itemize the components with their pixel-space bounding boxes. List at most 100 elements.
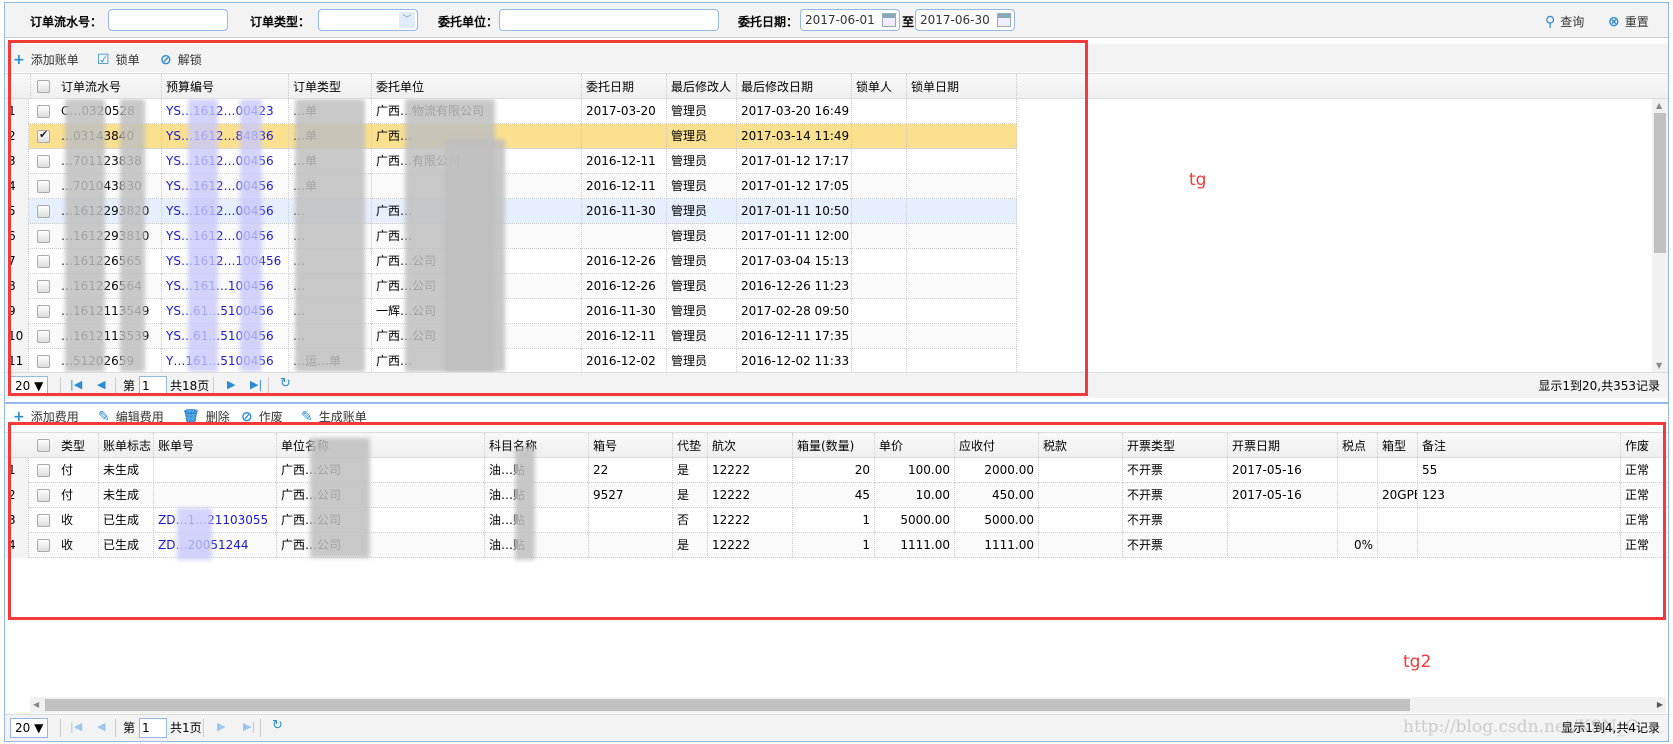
calendar-icon[interactable] <box>882 13 896 27</box>
column-header[interactable]: 科目名称 <box>485 433 589 459</box>
table-row[interactable]: 1 付未生成 广西…公司油…贴22是1222220100.002000.00 不开票2… <box>5 458 1668 483</box>
client-input[interactable] <box>499 9 719 31</box>
scroll-right-icon[interactable]: ▶ <box>1657 700 1663 709</box>
table-row[interactable]: 11…51202659Y…161…5100456…运…单广西…2016-12-0… <box>5 349 1017 372</box>
date-to-input[interactable]: 2017-06-30 <box>915 9 1015 31</box>
table-row[interactable]: 2…03143840YS…1612…84836…单广西…管理员2017-03-1… <box>5 124 1017 149</box>
column-header[interactable]: 订单流水号 <box>57 74 162 100</box>
column-header[interactable]: 锁单日期 <box>907 74 1017 100</box>
select-all-checkbox[interactable] <box>37 439 50 452</box>
column-header[interactable]: 委托单位 <box>372 74 582 100</box>
order-no-input[interactable] <box>108 9 228 31</box>
column-header[interactable]: 箱号 <box>589 433 673 459</box>
table-row[interactable]: 4收已生成ZD…20051244广西…公司油…贴是1222211111.0011… <box>5 533 1668 558</box>
vertical-scrollbar[interactable]: ▲ ▼ <box>1652 99 1668 372</box>
column-header[interactable]: 锁单人 <box>852 74 907 100</box>
row-checkbox[interactable] <box>37 105 50 118</box>
column-header[interactable]: 预算编号 <box>162 74 289 100</box>
page-size-select[interactable]: 20 ▼ <box>10 376 48 396</box>
page-size-select[interactable]: 20 ▼ <box>10 718 48 738</box>
row-checkbox[interactable] <box>37 205 50 218</box>
row-checkbox[interactable] <box>37 330 50 343</box>
column-header[interactable]: 最后修改日期 <box>737 74 852 100</box>
refresh-icon[interactable]: ↻ <box>272 718 283 733</box>
column-header[interactable]: 税款 <box>1039 433 1123 459</box>
table-row[interactable]: 2付未生成广西…公司油…贴9527是122224510.00450.00不开票2… <box>5 483 1668 508</box>
column-header[interactable]: 税点 <box>1338 433 1378 459</box>
page-number-input[interactable]: 1 <box>139 718 167 738</box>
column-header[interactable]: 箱型 <box>1378 433 1418 459</box>
column-header[interactable]: 代垫 <box>673 433 708 459</box>
unlock-button[interactable]: ⊘ 解锁 <box>160 51 202 68</box>
row-checkbox[interactable] <box>37 464 50 477</box>
reset-button[interactable]: ⊗ 重置 <box>1608 13 1649 30</box>
table-row[interactable]: 3收已生成ZD…1…21103055广西…公司油…贴否1222215000.00… <box>5 508 1668 533</box>
table-row[interactable]: 4…701043830YS…1612…00456…单2016-12-11管理员2… <box>5 174 1017 199</box>
void-button[interactable]: ⊘ 作废 <box>241 408 283 425</box>
column-header[interactable]: 最后修改人 <box>667 74 737 100</box>
select-all-checkbox[interactable] <box>37 80 50 93</box>
column-header[interactable]: 开票类型 <box>1123 433 1228 459</box>
first-page-icon[interactable]: |◀ <box>70 378 82 391</box>
column-header[interactable]: 开票日期 <box>1228 433 1338 459</box>
row-checkbox[interactable] <box>37 539 50 552</box>
column-header[interactable]: 单价 <box>875 433 955 459</box>
scroll-left-icon[interactable]: ◀ <box>33 700 39 709</box>
edit-fee-button[interactable]: ✎ 编辑费用 <box>98 408 164 425</box>
lock-button[interactable]: ☑ 锁单 <box>97 51 140 68</box>
table-row[interactable]: 10…1612113539YS…61…5100456…广西…公司2016-12-… <box>5 324 1017 349</box>
add-fee-button[interactable]: + 添加费用 <box>13 408 79 425</box>
row-checkbox[interactable] <box>37 255 50 268</box>
generate-bill-button[interactable]: ✎ 生成账单 <box>301 408 367 425</box>
column-header[interactable]: 备注 <box>1418 433 1621 459</box>
scroll-up-icon[interactable]: ▲ <box>1656 101 1662 110</box>
last-page-icon[interactable]: ▶| <box>250 378 262 391</box>
row-checkbox[interactable] <box>37 230 50 243</box>
first-page-icon[interactable]: |◀ <box>70 720 82 733</box>
table-row[interactable]: 1C…0320528YS…1612…00423…单广西…物流有限公司2017-0… <box>5 99 1017 124</box>
row-checkbox[interactable] <box>37 355 50 368</box>
order-type-select[interactable]: ﹀ <box>318 9 418 31</box>
scrollbar-thumb[interactable] <box>1654 113 1666 253</box>
cell-date: 2016-12-26 <box>582 249 667 274</box>
page-number-input[interactable]: 1 <box>139 376 167 396</box>
table-row[interactable]: 9…1612113549YS…61…5100456…一辉…公司2016-11-3… <box>5 299 1017 324</box>
column-header[interactable]: 订单类型 <box>289 74 372 100</box>
row-checkbox[interactable] <box>37 489 50 502</box>
table-row[interactable]: 7…161226565YS…1612…100456…广西…公司2016-12-2… <box>5 249 1017 274</box>
prev-page-icon[interactable]: ◀ <box>97 720 105 733</box>
column-header[interactable]: 航次 <box>708 433 793 459</box>
query-button[interactable]: ⚲ 查询 <box>1545 13 1584 30</box>
column-header[interactable]: 作废 <box>1621 433 1668 459</box>
last-page-icon[interactable]: ▶| <box>243 720 255 733</box>
date-from-input[interactable]: 2017-06-01 <box>800 9 900 31</box>
column-header[interactable]: 应收付 <box>955 433 1039 459</box>
column-header[interactable]: 箱量(数量) <box>793 433 875 459</box>
cell-tax-rate: 0% <box>1338 533 1378 558</box>
row-checkbox[interactable] <box>37 128 50 143</box>
refresh-icon[interactable]: ↻ <box>280 376 291 391</box>
horizontal-scrollbar[interactable]: ◀ ▶ <box>30 697 1666 713</box>
next-page-icon[interactable]: ▶ <box>217 720 225 733</box>
column-header[interactable]: 账单标志 <box>99 433 154 459</box>
scrollbar-thumb[interactable] <box>45 699 1410 711</box>
table-row[interactable]: 6…1612293810YS…1612…00456…广西…管理员2017-01-… <box>5 224 1017 249</box>
column-header[interactable]: 单位名称 <box>277 433 485 459</box>
row-checkbox[interactable] <box>37 305 50 318</box>
table-row[interactable]: 5…1612293820YS…1612…00456…广西…2016-11-30管… <box>5 199 1017 224</box>
table-row[interactable]: 8…161226564YS…161…100456…广西…公司2016-12-26… <box>5 274 1017 299</box>
row-checkbox[interactable] <box>37 280 50 293</box>
row-checkbox[interactable] <box>37 514 50 527</box>
scroll-down-icon[interactable]: ▼ <box>1656 361 1662 370</box>
prev-page-icon[interactable]: ◀ <box>97 378 105 391</box>
next-page-icon[interactable]: ▶ <box>227 378 235 391</box>
column-header[interactable]: 账单号 <box>154 433 277 459</box>
calendar-icon[interactable] <box>997 13 1011 27</box>
delete-button[interactable]: 🗑 删除 <box>182 408 230 425</box>
add-bill-button[interactable]: + 添加账单 <box>13 51 79 68</box>
column-header[interactable]: 委托日期 <box>582 74 667 100</box>
row-checkbox[interactable] <box>37 155 50 168</box>
column-header[interactable]: 类型 <box>57 433 99 459</box>
row-checkbox[interactable] <box>37 180 50 193</box>
table-row[interactable]: 3…701123838YS…1612…00456…单广西…有限公司2016-12… <box>5 149 1017 174</box>
